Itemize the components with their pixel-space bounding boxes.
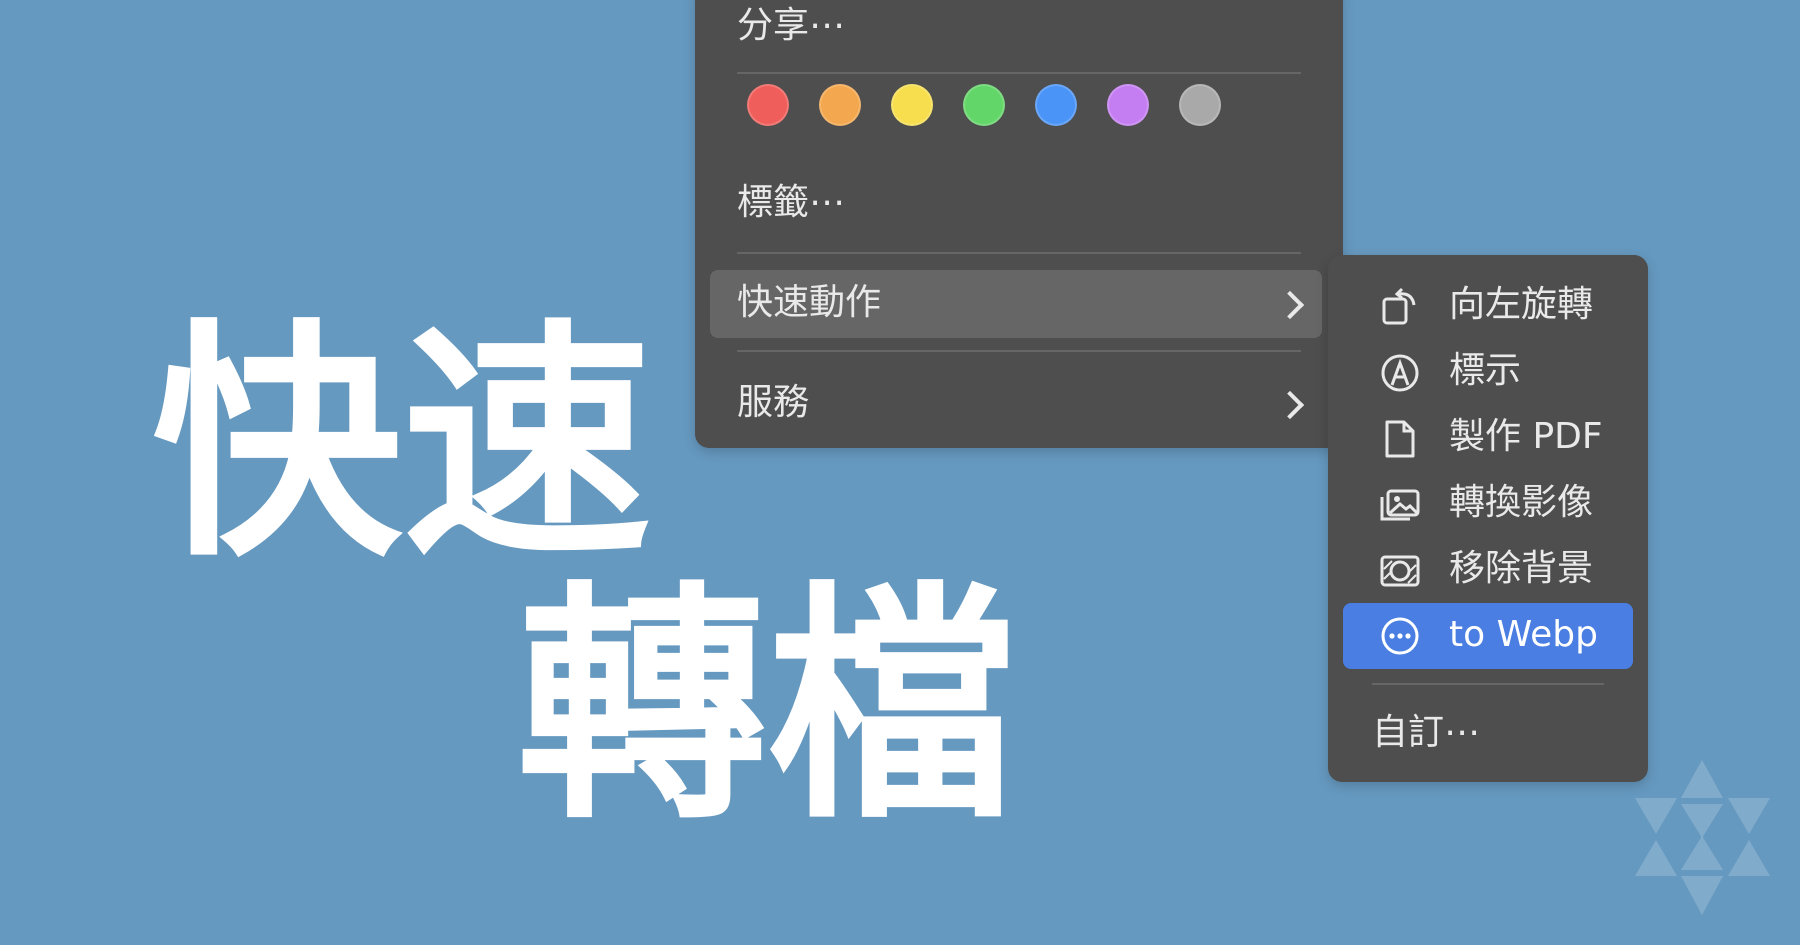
submenu-item-convert-image[interactable]: 轉換影像: [1328, 471, 1648, 537]
submenu-item-label: 移除背景: [1449, 548, 1594, 589]
menu-item-services[interactable]: 服務: [737, 385, 809, 421]
document-icon: [1385, 420, 1415, 458]
submenu-item-create-pdf[interactable]: 製作 PDF: [1328, 405, 1648, 471]
submenu-item-rotate-left[interactable]: 向左旋轉: [1328, 273, 1648, 339]
submenu-item-label: to Webp: [1449, 614, 1598, 655]
submenu-item-markup[interactable]: 標示: [1328, 339, 1648, 405]
menu-separator: [1372, 683, 1604, 685]
submenu-item-remove-background[interactable]: 移除背景: [1328, 537, 1648, 603]
hero-title-line-2: 轉檔: [517, 561, 1017, 852]
quick-actions-submenu: 向左旋轉 標示 製作 PDF 轉換影像 移除背景 to Webp 自訂⋯: [1328, 255, 1648, 782]
markup-icon: [1381, 354, 1419, 392]
context-menu: 分享⋯ 標籤⋯ 快速動作 服務: [695, 0, 1343, 448]
tag-dot-orange[interactable]: [819, 84, 861, 126]
quick-actions-label: 快速動作: [737, 282, 882, 323]
submenu-item-customize[interactable]: 自訂⋯: [1372, 715, 1480, 751]
tag-dot-gray[interactable]: [1179, 84, 1221, 126]
chevron-right-icon: [1275, 390, 1305, 420]
tag-dot-yellow[interactable]: [891, 84, 933, 126]
menu-item-tags[interactable]: 標籤⋯: [737, 185, 845, 221]
remove-background-icon: [1380, 555, 1420, 587]
tag-dot-purple[interactable]: [1107, 84, 1149, 126]
submenu-item-label: 標示: [1449, 350, 1522, 391]
menu-separator: [737, 252, 1301, 254]
submenu-item-label: 向左旋轉: [1449, 284, 1594, 325]
submenu-item-label: 製作 PDF: [1449, 416, 1603, 457]
convert-image-icon: [1380, 489, 1420, 521]
tag-dot-green[interactable]: [963, 84, 1005, 126]
tag-dot-blue[interactable]: [1035, 84, 1077, 126]
menu-separator: [737, 350, 1301, 352]
rotate-left-icon: [1382, 287, 1416, 325]
hero-title-line-1: 快速: [152, 299, 652, 590]
chevron-right-icon: [1275, 290, 1305, 320]
menu-item-share[interactable]: 分享⋯: [737, 8, 845, 44]
star-logo-icon: [1635, 760, 1770, 915]
submenu-item-to-webp[interactable]: to Webp: [1343, 603, 1633, 669]
menu-item-quick-actions[interactable]: 快速動作: [710, 270, 1322, 338]
ellipsis-circle-icon: [1381, 617, 1419, 655]
menu-separator: [737, 72, 1301, 74]
submenu-item-label: 轉換影像: [1449, 482, 1594, 523]
tag-dot-red[interactable]: [747, 84, 789, 126]
